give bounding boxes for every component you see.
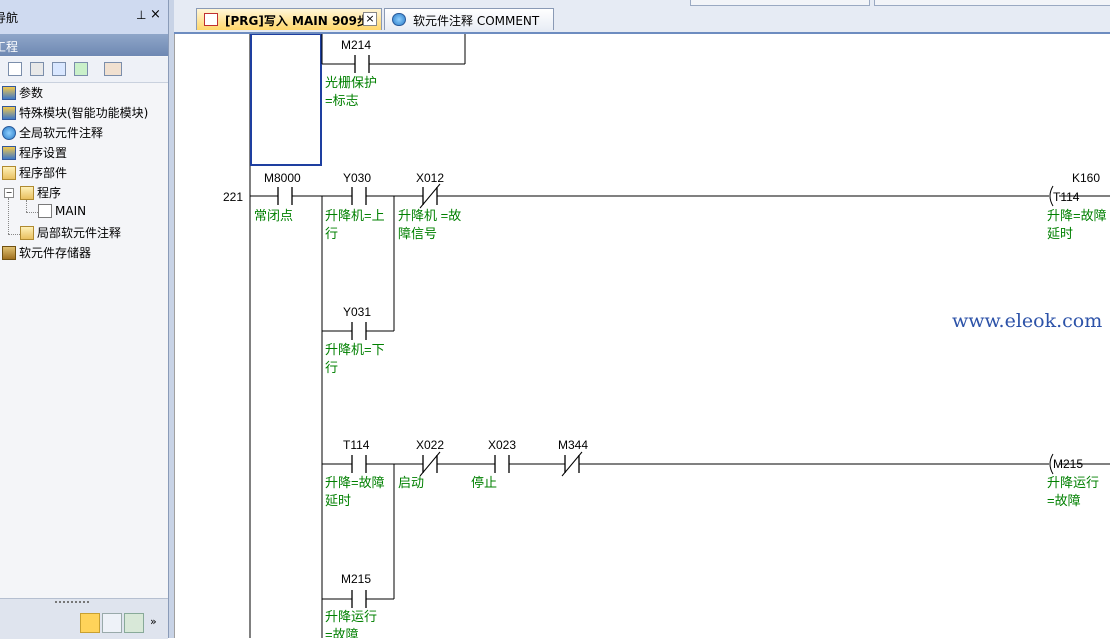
comment-text: 升降=故障 bbox=[1047, 208, 1107, 223]
tree-item-label: 参数 bbox=[19, 86, 44, 100]
timer-setting: K160 bbox=[1072, 171, 1100, 185]
comment-text: 启动 bbox=[398, 475, 424, 490]
connection-icon[interactable] bbox=[124, 613, 144, 633]
close-tab-button[interactable]: × bbox=[363, 12, 377, 26]
parameter-icon bbox=[2, 86, 16, 100]
device-label: M214 bbox=[341, 38, 371, 52]
comment-text: 升降运行 bbox=[1047, 475, 1099, 490]
folder-icon bbox=[20, 226, 34, 240]
tree-item-label: 软元件存储器 bbox=[19, 246, 92, 260]
tab-main-program[interactable]: [PRG]写入 MAIN 909步 × bbox=[196, 8, 382, 30]
navigation-title-bar: 导航 ⊥ × bbox=[0, 0, 168, 34]
tree-item-label: 程序部件 bbox=[19, 166, 68, 180]
more-icon[interactable]: » bbox=[150, 615, 157, 628]
tree-item-parameter[interactable]: 参数 bbox=[2, 84, 43, 104]
tree-connector bbox=[26, 212, 38, 213]
comment-text: 行 bbox=[325, 226, 338, 241]
project-header: 工程 bbox=[0, 34, 168, 56]
comment-text: 升降=故障 bbox=[325, 475, 385, 490]
program-setting-icon bbox=[2, 146, 16, 160]
device-label: Y031 bbox=[343, 305, 371, 319]
tree-connector bbox=[26, 200, 27, 212]
comment-text: 延时 bbox=[1047, 226, 1073, 241]
comment-text: 障信号 bbox=[398, 226, 437, 241]
tree-item-device-memory[interactable]: 软元件存储器 bbox=[2, 244, 91, 264]
tree-item-program-parts[interactable]: 程序部件 bbox=[2, 164, 67, 184]
device-label: M215 bbox=[1053, 457, 1083, 471]
properties-icon[interactable] bbox=[52, 62, 66, 76]
pin-icon[interactable]: ⊥ bbox=[136, 8, 146, 22]
device-label: Y030 bbox=[343, 171, 371, 185]
paste-icon[interactable] bbox=[30, 62, 44, 76]
comment-text: 光栅保护 bbox=[325, 75, 377, 90]
tab-label: [PRG]写入 MAIN 909步 bbox=[225, 14, 369, 28]
tree-item-label: 特殊模块(智能功能模块) bbox=[19, 106, 149, 120]
resize-grip[interactable] bbox=[55, 601, 89, 606]
comment-text: 升降机=上 bbox=[325, 208, 385, 223]
comment-text: =故障 bbox=[1047, 493, 1081, 508]
program-doc-icon bbox=[204, 13, 218, 26]
globe-comment-icon bbox=[2, 126, 16, 140]
ladder-diagram: M214 光栅保护 =标志 221 M8000 常闭点 Y030 升降机=上 行… bbox=[223, 34, 1110, 638]
comment-text: 升降机 =故 bbox=[398, 208, 461, 223]
program-doc-icon bbox=[38, 204, 52, 218]
navigation-toolbar bbox=[0, 57, 168, 83]
device-label: T114 bbox=[343, 438, 370, 452]
navigation-panel: 导航 ⊥ × 工程 参数 特殊模块(智能功能模块) 全局软元件注释 程序设置 程… bbox=[0, 0, 169, 639]
comment-text: 停止 bbox=[471, 475, 497, 490]
comment-text: =故障 bbox=[325, 627, 359, 638]
device-label: X022 bbox=[416, 438, 444, 452]
tree-item-label: 程序设置 bbox=[19, 146, 68, 160]
project-view-icon[interactable] bbox=[80, 613, 100, 633]
comment-text: 升降运行 bbox=[325, 609, 377, 624]
comment-text: 升降机=下 bbox=[325, 342, 385, 357]
device-label: M215 bbox=[341, 572, 371, 586]
toolbar-stub bbox=[690, 0, 870, 6]
memory-icon bbox=[2, 246, 16, 260]
collapse-icon[interactable]: − bbox=[4, 188, 14, 198]
project-header-label: 工程 bbox=[0, 40, 19, 54]
tree-item-label: 局部软元件注释 bbox=[37, 226, 122, 240]
globe-comment-icon bbox=[392, 13, 406, 26]
device-label: T114 bbox=[1053, 190, 1080, 204]
selection-cursor bbox=[250, 34, 322, 166]
tree-item-main[interactable]: MAIN bbox=[38, 204, 86, 224]
watermark: www.eleok.com bbox=[952, 310, 1103, 332]
tree-connector bbox=[8, 234, 20, 235]
display-options-icon[interactable] bbox=[104, 62, 122, 76]
refresh-icon[interactable] bbox=[74, 62, 88, 76]
tree-item-local-comment[interactable]: 局部软元件注释 bbox=[20, 224, 121, 244]
tree-item-label: 全局软元件注释 bbox=[19, 126, 104, 140]
toolbar-stub bbox=[874, 0, 1110, 6]
document-tab-bar: [PRG]写入 MAIN 909步 × 软元件注释 COMMENT bbox=[174, 0, 1110, 34]
navigation-bottom-bar: » bbox=[0, 598, 168, 639]
tab-device-comment[interactable]: 软元件注释 COMMENT bbox=[384, 8, 554, 30]
device-label: X012 bbox=[416, 171, 444, 185]
tree-connector bbox=[8, 198, 9, 234]
tree-item-global-comment[interactable]: 全局软元件注释 bbox=[2, 124, 103, 144]
copy-icon[interactable] bbox=[8, 62, 22, 76]
user-library-icon[interactable] bbox=[102, 613, 122, 633]
ladder-editor[interactable]: M214 光栅保护 =标志 221 M8000 常闭点 Y030 升降机=上 行… bbox=[174, 34, 1110, 638]
device-label: M344 bbox=[558, 438, 588, 452]
folder-icon bbox=[20, 186, 34, 200]
tree-item-program-setting[interactable]: 程序设置 bbox=[2, 144, 67, 164]
comment-text: 延时 bbox=[325, 493, 351, 508]
tab-label: 软元件注释 COMMENT bbox=[413, 14, 540, 28]
tree-item-label: MAIN bbox=[55, 204, 87, 218]
tree-item-special-module[interactable]: 特殊模块(智能功能模块) bbox=[2, 104, 148, 124]
tree-item-label: 程序 bbox=[37, 186, 62, 200]
comment-text: 行 bbox=[325, 360, 338, 375]
comment-text: =标志 bbox=[325, 93, 359, 108]
close-panel-button[interactable]: × bbox=[150, 7, 161, 22]
device-label: M8000 bbox=[264, 171, 301, 185]
module-icon bbox=[2, 106, 16, 120]
step-number: 221 bbox=[223, 190, 243, 204]
comment-text: 常闭点 bbox=[254, 208, 293, 223]
device-label: X023 bbox=[488, 438, 516, 452]
navigation-title: 导航 bbox=[0, 11, 19, 25]
folder-icon bbox=[2, 166, 16, 180]
